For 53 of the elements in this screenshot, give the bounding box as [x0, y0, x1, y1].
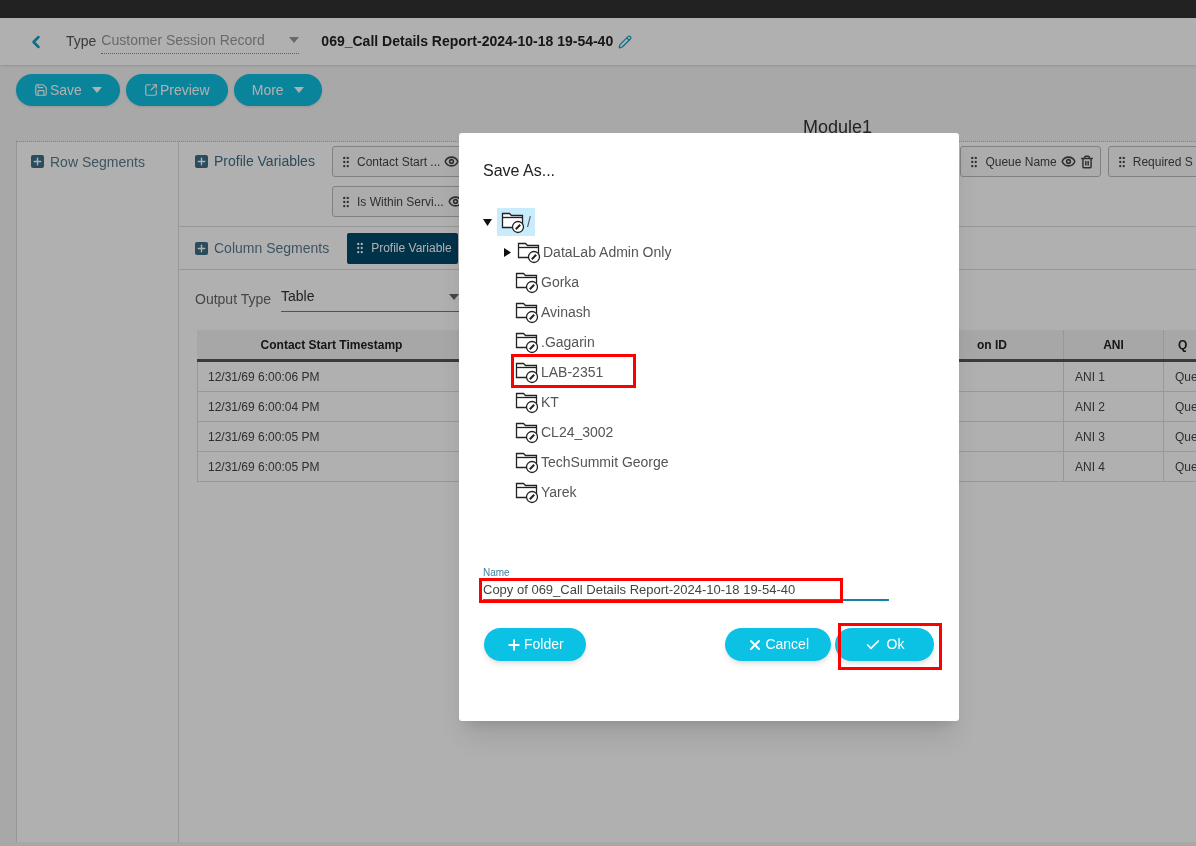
column-header: ANI — [1064, 330, 1164, 359]
caret-icon — [449, 293, 459, 300]
trash-icon — [1079, 154, 1094, 169]
folder-icon — [501, 210, 527, 234]
expand-toggle-icon[interactable] — [483, 217, 492, 227]
caret-icon — [293, 87, 304, 93]
add-icon — [31, 155, 44, 168]
dialog-title: Save As... — [483, 161, 557, 181]
tree-item[interactable]: Yarek — [515, 478, 581, 506]
tree-item[interactable]: Avinash — [515, 298, 595, 326]
table-cell: ANI 3 — [1064, 422, 1164, 451]
column-segments-label: Column Segments — [214, 238, 330, 258]
table-cell: ANI 1 — [1064, 362, 1164, 391]
add-icon — [195, 241, 208, 255]
folder-icon — [515, 360, 541, 384]
tree-item[interactable]: TechSummit George — [515, 448, 673, 476]
tree-item[interactable]: .Gagarin — [515, 328, 599, 356]
eye-icon — [1060, 154, 1076, 169]
folder-icon — [517, 240, 543, 264]
table-cell: ANI 2 — [1064, 392, 1164, 421]
row-segments-label: Row Segments — [50, 155, 145, 169]
expand-toggle-icon[interactable] — [503, 247, 512, 257]
column-header: Q — [1177, 336, 1189, 354]
variable-chip[interactable]: Required S — [1107, 146, 1196, 177]
output-type-label: Output Type — [195, 289, 271, 309]
save-icon — [34, 83, 48, 97]
edit-icon[interactable] — [618, 34, 633, 49]
folder-icon — [515, 480, 541, 504]
plus-icon — [506, 636, 522, 653]
tree-item[interactable]: / — [497, 208, 535, 236]
folder-icon — [515, 300, 541, 324]
profile-variables-label: Profile Variables — [214, 152, 315, 171]
tree-item[interactable]: DataLab Admin Only — [517, 238, 676, 266]
table-cell: ANI 4 — [1064, 452, 1164, 481]
tree-item[interactable]: Gorka — [515, 268, 584, 296]
add-icon — [195, 155, 208, 168]
folder-icon — [515, 390, 541, 414]
folder-icon — [515, 330, 541, 354]
caret-icon — [289, 37, 300, 43]
eye-icon — [444, 154, 460, 169]
caret-icon — [91, 87, 102, 93]
column-variable-chip[interactable]: Profile Variable — [347, 232, 458, 264]
name-field-label: Name — [483, 567, 511, 579]
folder-icon — [515, 270, 541, 294]
tree-item[interactable]: CL24_3002 — [515, 418, 618, 446]
report-title: 069_Call Details Report-2024-10-18 19-54-40 — [321, 32, 614, 51]
tree-item[interactable]: KT — [515, 388, 563, 416]
preview-icon — [143, 83, 158, 97]
type-label: Type — [66, 32, 97, 51]
folder-icon — [515, 420, 541, 444]
module-title: Module1 — [803, 116, 873, 139]
folder-icon — [515, 450, 541, 474]
variable-chip[interactable]: Queue Name — [960, 146, 1101, 177]
